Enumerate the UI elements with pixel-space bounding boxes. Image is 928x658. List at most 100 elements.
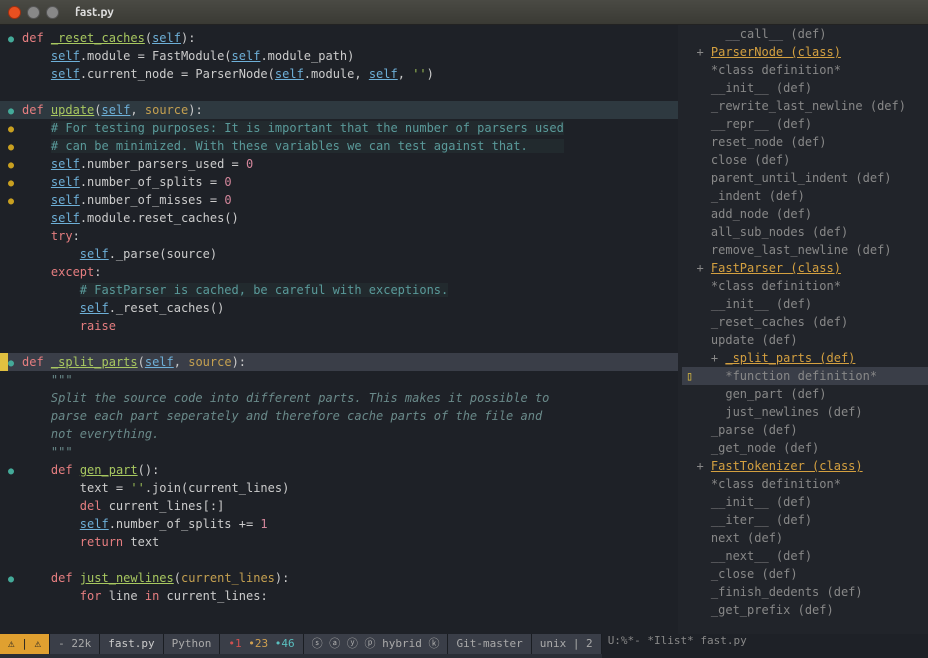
code-line[interactable]: except: (0, 263, 678, 281)
ilist-item[interactable]: _reset_caches (def) (682, 313, 928, 331)
code-line[interactable]: """ (0, 371, 678, 389)
code-line[interactable]: return text (0, 533, 678, 551)
expand-icon[interactable]: + (711, 351, 725, 365)
code-line[interactable]: ● # can be minimized. With these variabl… (0, 137, 678, 155)
ilist-item[interactable]: __repr__ (def) (682, 115, 928, 133)
workspace: ●def _reset_caches(self): self.module = … (0, 25, 928, 634)
ilist-item[interactable]: _indent (def) (682, 187, 928, 205)
ilist-item[interactable]: all_sub_nodes (def) (682, 223, 928, 241)
ilist-item[interactable]: just_newlines (def) (682, 403, 928, 421)
statusbar-segment: ⚠ | ⚠ (0, 634, 50, 654)
code-line[interactable]: ● def gen_part(): (0, 461, 678, 479)
code-line[interactable]: ● # For testing purposes: It is importan… (0, 119, 678, 137)
gutter-marker (0, 209, 22, 227)
code-line[interactable]: ● def just_newlines(current_lines): (0, 569, 678, 587)
gutter-marker (0, 317, 22, 335)
ilist-item[interactable]: *class definition* (682, 61, 928, 79)
ilist-item[interactable]: _get_prefix (def) (682, 601, 928, 619)
gutter-marker (0, 299, 22, 317)
gutter-marker (0, 479, 22, 497)
ilist-item[interactable]: + ParserNode (class) (682, 43, 928, 61)
code-line[interactable]: ● self.number_parsers_used = 0 (0, 155, 678, 173)
expand-icon[interactable]: + (696, 45, 710, 59)
code-line[interactable]: ●def update(self, source): (0, 101, 678, 119)
ilist-item[interactable]: _finish_dedents (def) (682, 583, 928, 601)
code-line[interactable]: for line in current_lines: (0, 587, 678, 605)
gutter-marker (0, 335, 22, 353)
gutter-marker: ● (0, 173, 22, 191)
code-line[interactable]: try: (0, 227, 678, 245)
ilist-item[interactable]: __call__ (def) (682, 25, 928, 43)
ilist-item[interactable]: _parse (def) (682, 421, 928, 439)
ilist-item[interactable]: *class definition* (682, 277, 928, 295)
code-line[interactable]: self._parse(source) (0, 245, 678, 263)
ilist-item[interactable]: __init__ (def) (682, 493, 928, 511)
maximize-icon[interactable] (46, 6, 59, 19)
gutter-marker (0, 587, 22, 605)
ilist-item[interactable]: __init__ (def) (682, 295, 928, 313)
ilist-item[interactable]: close (def) (682, 151, 928, 169)
code-line[interactable]: ●def _reset_caches(self): (0, 29, 678, 47)
code-line[interactable]: ● self.number_of_splits = 0 (0, 173, 678, 191)
ilist-item[interactable]: + FastTokenizer (class) (682, 457, 928, 475)
code-line[interactable] (0, 83, 678, 101)
close-icon[interactable] (8, 6, 21, 19)
statusbar-segment: ⓢ ⓐ ⓨ ⓟ hybrid ⓚ (304, 634, 449, 654)
ilist-item[interactable]: parent_until_indent (def) (682, 169, 928, 187)
code-line[interactable]: self.module = FastModule(self.module_pat… (0, 47, 678, 65)
ilist-item[interactable]: update (def) (682, 331, 928, 349)
gutter-marker: ● (0, 155, 22, 173)
code-line[interactable] (0, 551, 678, 569)
ilist-pane[interactable]: __call__ (def) + ParserNode (class) *cla… (678, 25, 928, 634)
ilist-item[interactable]: reset_node (def) (682, 133, 928, 151)
ilist-item[interactable]: gen_part (def) (682, 385, 928, 403)
code-line[interactable]: self.current_node = ParserNode(self.modu… (0, 65, 678, 83)
code-line[interactable]: del current_lines[:] (0, 497, 678, 515)
code-line[interactable]: not everything. (0, 425, 678, 443)
ilist-item[interactable]: ▯ *function definition* (682, 367, 928, 385)
ilist-item[interactable]: *class definition* (682, 475, 928, 493)
code-line[interactable]: self.module.reset_caches() (0, 209, 678, 227)
expand-icon[interactable]: + (696, 261, 710, 275)
gutter-marker (0, 407, 22, 425)
window-titlebar: fast.py (0, 0, 928, 25)
gutter-marker (0, 425, 22, 443)
ilist-item[interactable]: add_node (def) (682, 205, 928, 223)
statusbar-segment: Git-master (448, 634, 531, 654)
code-line[interactable]: raise (0, 317, 678, 335)
ilist-item[interactable]: __iter__ (def) (682, 511, 928, 529)
code-line[interactable]: ●def _split_parts(self, source): (0, 353, 678, 371)
code-line[interactable]: text = ''.join(current_lines) (0, 479, 678, 497)
gutter-marker (0, 371, 22, 389)
code-line[interactable]: ● self.number_of_misses = 0 (0, 191, 678, 209)
gutter-marker (0, 443, 22, 461)
window-title: fast.py (75, 6, 114, 19)
gutter-marker (0, 245, 22, 263)
ilist-item[interactable]: remove_last_newline (def) (682, 241, 928, 259)
gutter-marker (0, 515, 22, 533)
code-line[interactable] (0, 335, 678, 353)
statusbar-segment: - 22k (50, 634, 100, 654)
editor-pane[interactable]: ●def _reset_caches(self): self.module = … (0, 25, 678, 634)
ilist-item[interactable]: _rewrite_last_newline (def) (682, 97, 928, 115)
statusbar: ⚠ | ⚠- 22kfast.pyPython•1 •23 •46ⓢ ⓐ ⓨ ⓟ… (0, 634, 928, 658)
statusbar-segment: Python (164, 634, 221, 654)
ilist-item[interactable]: _get_node (def) (682, 439, 928, 457)
ilist-item[interactable]: + _split_parts (def) (682, 349, 928, 367)
ilist-item[interactable]: + FastParser (class) (682, 259, 928, 277)
gutter-marker: ● (0, 137, 22, 155)
ilist-item[interactable]: __next__ (def) (682, 547, 928, 565)
code-line[interactable]: # FastParser is cached, be careful with … (0, 281, 678, 299)
ilist-item[interactable]: __init__ (def) (682, 79, 928, 97)
code-line[interactable]: parse each part seperately and therefore… (0, 407, 678, 425)
code-line[interactable]: self.number_of_splits += 1 (0, 515, 678, 533)
ilist-item[interactable]: next (def) (682, 529, 928, 547)
ilist-item[interactable]: _close (def) (682, 565, 928, 583)
expand-icon[interactable]: + (696, 459, 710, 473)
code-line[interactable]: Split the source code into different par… (0, 389, 678, 407)
gutter-marker (0, 551, 22, 569)
minimize-icon[interactable] (27, 6, 40, 19)
code-line[interactable]: self._reset_caches() (0, 299, 678, 317)
code-line[interactable]: """ (0, 443, 678, 461)
gutter-marker (0, 227, 22, 245)
